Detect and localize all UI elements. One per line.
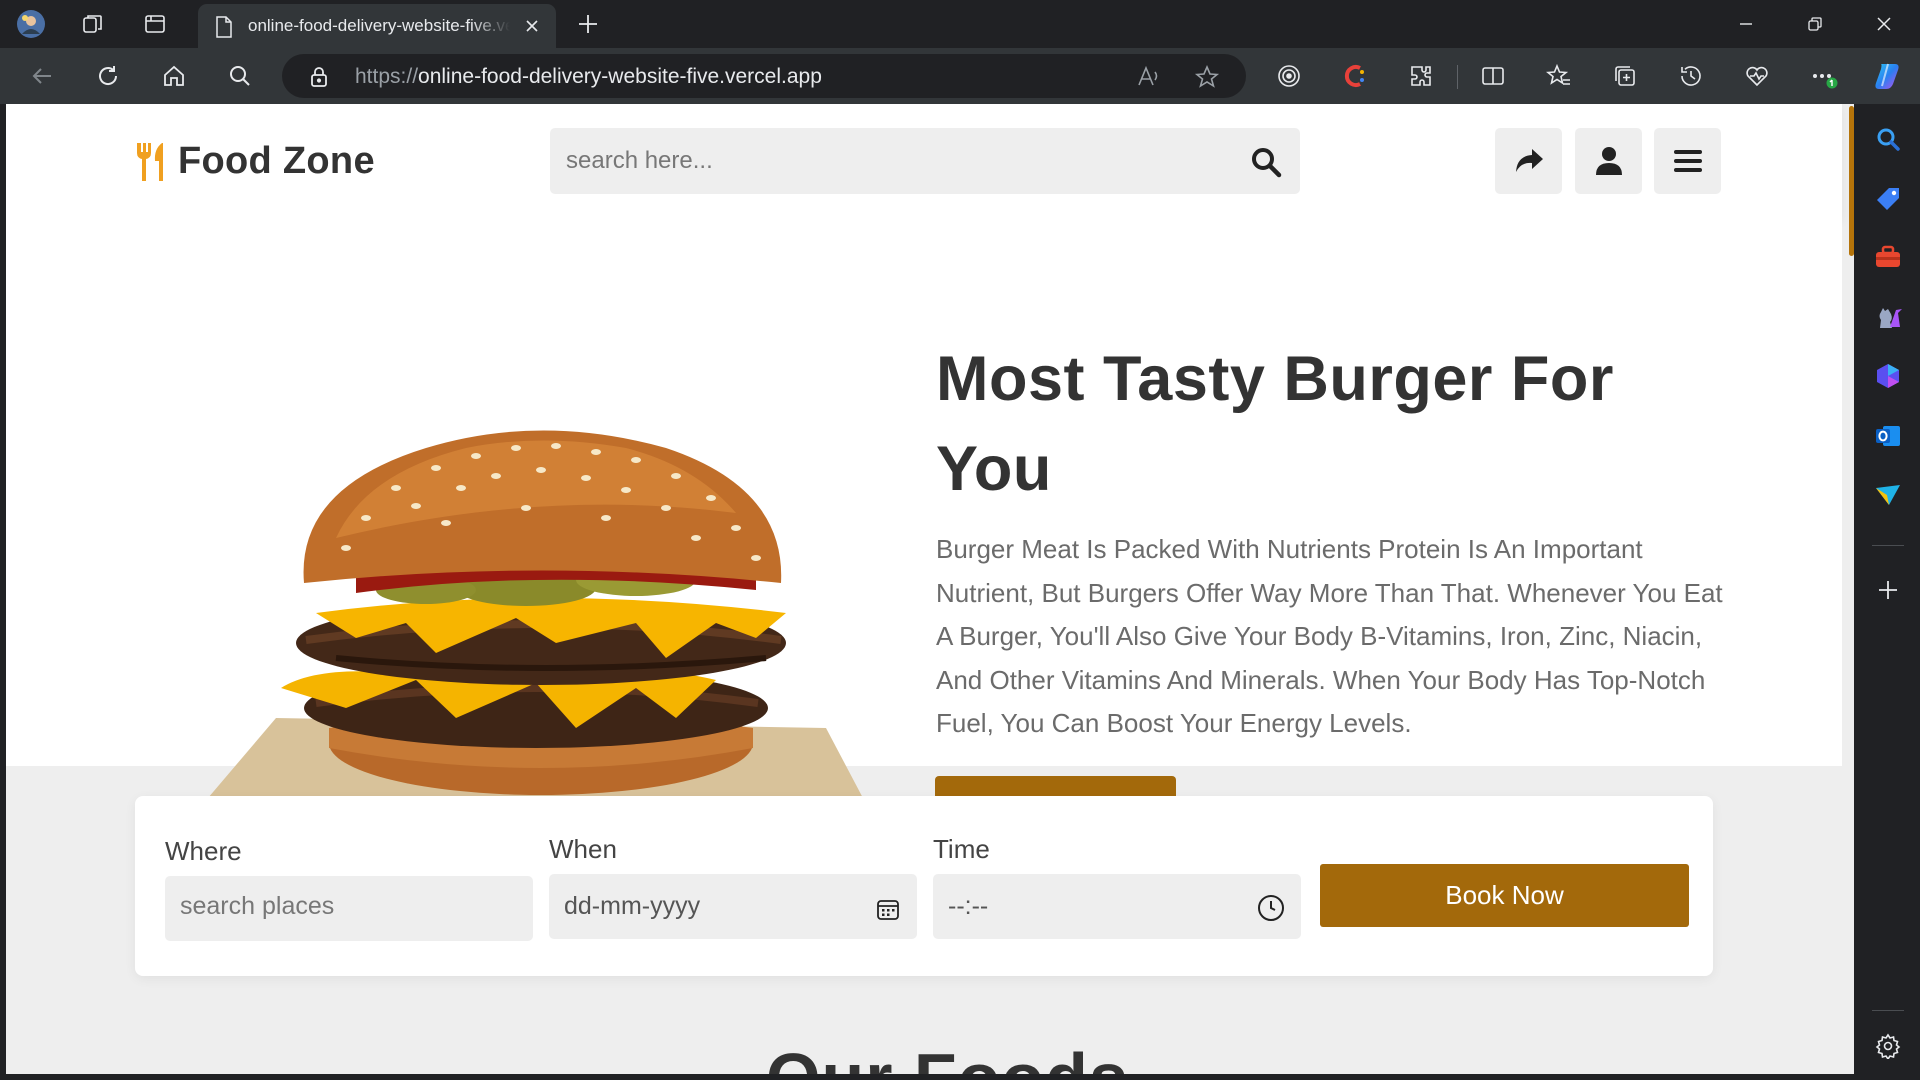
section-heading-our-foods: Our Foods [766,1038,1129,1074]
settings-icon[interactable] [1874,1032,1902,1060]
hero-description: Burger Meat Is Packed With Nutrients Pro… [936,534,1723,738]
user-button[interactable] [1575,128,1642,194]
copilot-icon[interactable] [1871,58,1907,94]
hero-section: Most Tasty Burger For You Burger Meat Is… [6,218,1842,839]
extensions-icon[interactable] [1406,61,1436,91]
toolbar-divider [1457,65,1458,89]
read-aloud-icon[interactable] [1136,64,1162,90]
home-icon[interactable] [159,61,189,91]
url-text[interactable]: https://online-food-delivery-website-fiv… [355,65,822,89]
clock-icon[interactable] [1256,893,1286,923]
where-label: Where [165,836,242,866]
tab-title: online-food-delivery-website-five.vercel… [248,16,510,35]
sidebar-divider [1872,1010,1904,1011]
favorite-star-icon[interactable] [1194,64,1220,90]
site-search-input[interactable] [566,128,1226,194]
back-icon[interactable] [27,61,57,91]
where-placeholder: search places [180,892,335,920]
user-icon [1595,147,1622,175]
send-icon[interactable] [1874,481,1902,509]
close-icon[interactable] [521,15,543,37]
where-input[interactable]: search places [165,876,533,941]
menu-button[interactable] [1654,128,1721,194]
hero-title: Most Tasty Burger For You [936,344,1614,504]
edge-sidebar [1856,104,1920,1080]
add-icon[interactable] [1874,576,1902,604]
logo[interactable]: Food Zone [134,140,375,183]
new-tab-icon[interactable] [574,10,602,38]
page-scrollbar[interactable] [1849,106,1854,256]
refresh-icon[interactable] [93,61,123,91]
booking-form: Where search places When dd-mm-yyyy Time… [135,796,1713,976]
browser-toolbar: https://online-food-delivery-website-fiv… [0,48,1920,104]
search-box [550,128,1300,194]
share-icon [1515,149,1543,172]
book-now-button[interactable]: Book Now [1320,864,1689,927]
calendar-icon[interactable] [875,896,901,922]
when-label: When [549,834,617,864]
shopping-tag-icon[interactable] [1874,185,1902,213]
page-viewport: Food Zone search here... Most Tasty Burg… [6,104,1854,1074]
burger-image [208,430,864,810]
tools-icon[interactable] [1874,243,1902,271]
when-value: dd-mm-yyyy [564,892,701,920]
split-screen-icon[interactable] [1478,61,1508,91]
lock-icon[interactable] [310,66,328,88]
restore-icon[interactable] [1793,6,1837,42]
more-icon[interactable] [1808,61,1838,91]
site-header: Food Zone [6,104,1842,218]
tracking-icon[interactable] [1274,61,1304,91]
workspaces-icon[interactable] [78,9,108,39]
search-icon[interactable] [225,61,255,91]
when-date-input[interactable]: dd-mm-yyyy [549,874,917,939]
window-bottom-edge [0,1074,1856,1080]
profile-avatar-icon[interactable] [16,9,46,39]
time-input[interactable]: --:-- [933,874,1301,939]
games-icon[interactable] [1874,303,1902,331]
logo-text: Food Zone [178,140,375,182]
time-label: Time [933,834,990,864]
window-close-icon[interactable] [1862,6,1906,42]
copilot-sidebar-icon[interactable] [1874,362,1902,390]
browser-essentials-icon[interactable] [1742,61,1772,91]
history-icon[interactable] [1676,61,1706,91]
coupons-extension-icon[interactable] [1340,61,1370,91]
sidebar-divider [1872,545,1904,546]
outlook-icon[interactable] [1874,422,1902,450]
tab-actions-icon[interactable] [140,9,170,39]
utensils-icon [137,142,163,181]
search-icon[interactable] [1250,146,1282,178]
favorites-icon[interactable] [1544,61,1574,91]
active-tab[interactable]: online-food-delivery-website-five.vercel… [198,4,556,48]
collections-icon[interactable] [1610,61,1640,91]
minimize-icon[interactable] [1724,6,1768,42]
browser-tab-strip: online-food-delivery-website-five.vercel… [0,0,1920,48]
share-button[interactable] [1495,128,1562,194]
menu-icon [1673,150,1702,172]
page-icon [216,16,232,38]
time-value: --:-- [948,892,989,920]
sidebar-search-icon[interactable] [1874,125,1902,153]
address-bar[interactable]: https://online-food-delivery-website-fiv… [282,54,1246,98]
